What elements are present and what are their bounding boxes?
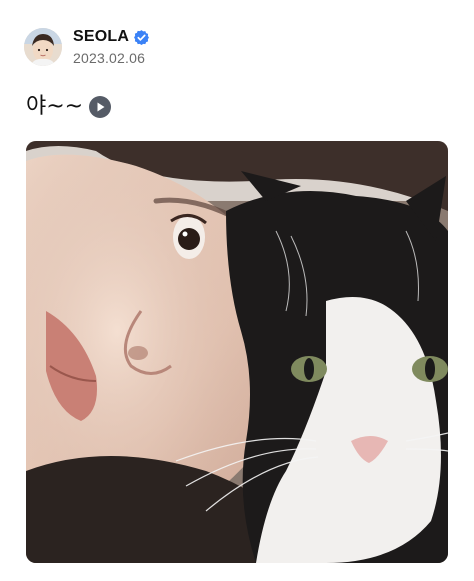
username[interactable]: SEOLA — [73, 28, 129, 46]
post-date: 2023.02.06 — [73, 50, 146, 66]
avatar[interactable] — [24, 28, 62, 66]
post-meta: SEOLA 2023.02.06 — [73, 28, 150, 66]
play-icon[interactable] — [89, 96, 112, 118]
post-caption: 야~~ — [26, 94, 84, 119]
post-card: SEOLA 2023.02.06 야~~ — [0, 0, 474, 581]
avatar-image — [24, 28, 62, 66]
caption-row: 야~~ — [26, 93, 112, 121]
name-row: SEOLA — [73, 28, 150, 46]
post-photo[interactable] — [26, 141, 448, 563]
verified-badge-icon — [133, 29, 150, 46]
selfie-with-cat-image — [26, 141, 448, 563]
post-header: SEOLA 2023.02.06 — [24, 28, 150, 66]
